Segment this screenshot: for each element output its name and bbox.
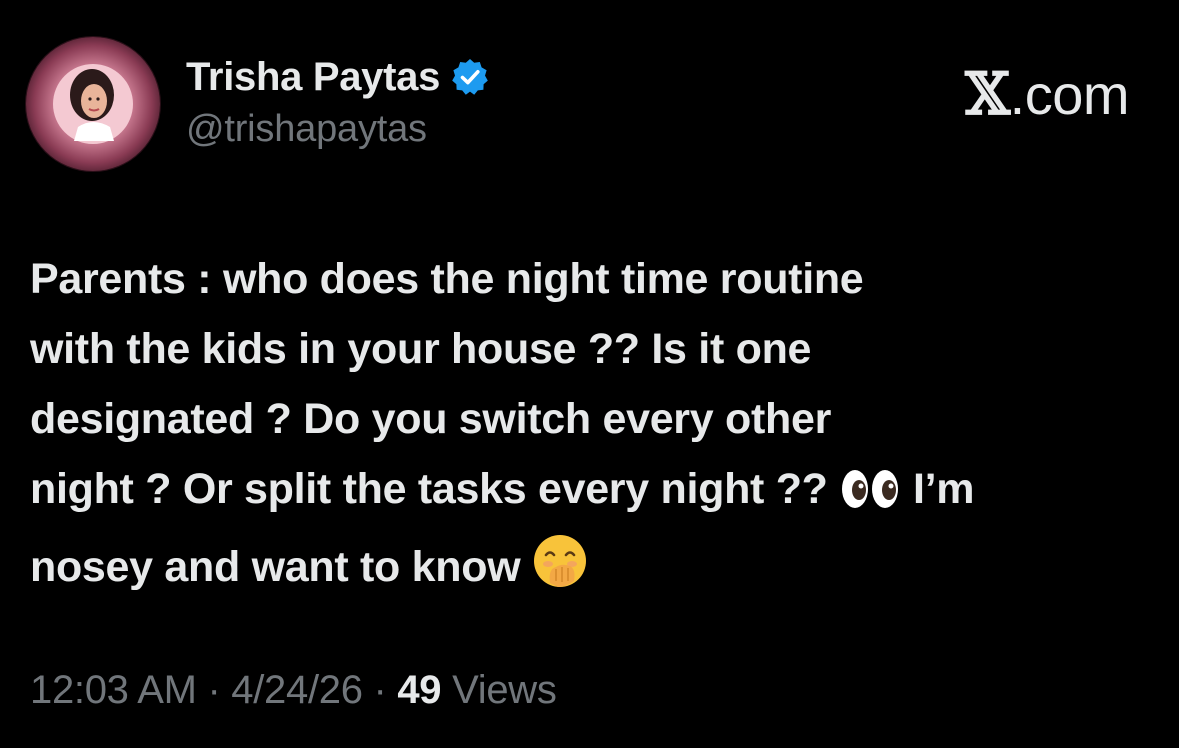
tweet-line: nosey and want to know [30,532,1155,610]
tweet-line: Parents : who does the night time routin… [30,255,864,303]
tweet-line: designated ? Do you switch every other [30,395,832,443]
x-logo-icon: 𝕏 [965,60,1010,128]
author-name-row: Trisha Paytas [186,52,490,102]
tweet-text: Parents : who does the night time routin… [30,244,1155,610]
tweet-line: with the kids in your house ?? Is it one [30,325,812,373]
views-label: Views [452,668,557,712]
avatar-photo-icon [53,64,133,144]
tweet-line-text: night ? Or split the tasks every night ?… [30,465,828,513]
tweet-line-text: nosey and want to know [30,543,521,591]
meta-separator: · [373,668,387,712]
tweet-meta: 12:03 AM · 4/24/26 · 49 Views [30,668,557,713]
x-com-watermark: 𝕏.com [965,60,1129,128]
views-count: 49 [397,668,442,712]
tweet-date[interactable]: 4/24/26 [231,668,363,712]
verified-badge-icon[interactable] [450,57,490,97]
author-handle[interactable]: @trishapaytas [186,108,427,151]
watermark-domain: .com [1009,63,1130,126]
tweet-time[interactable]: 12:03 AM [30,668,197,712]
tweet-line-text: I’m [912,465,975,513]
eyes-emoji-icon [839,462,901,532]
tweet-line: night ? Or split the tasks every night ?… [30,454,1155,532]
meta-separator: · [207,668,221,712]
avatar[interactable] [26,37,160,171]
face-with-hand-over-mouth-emoji-icon [532,533,588,610]
author-display-name[interactable]: Trisha Paytas [186,55,440,100]
